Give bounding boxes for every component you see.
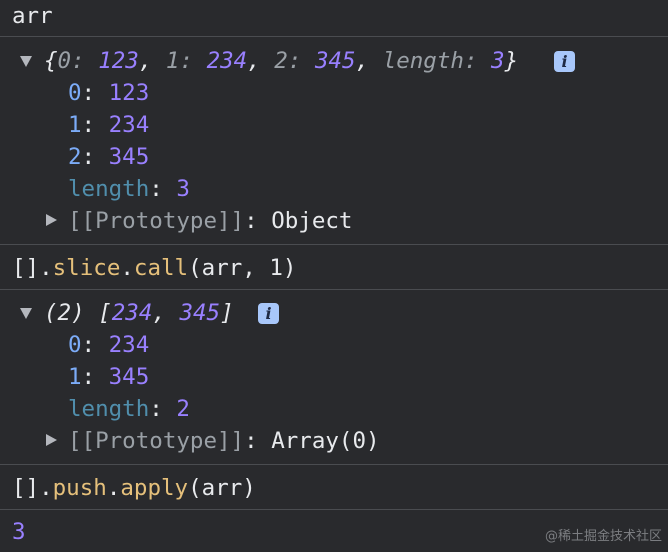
prototype-row[interactable]: [[Prototype]]: Object <box>0 205 668 237</box>
property-value: 123 <box>108 80 150 106</box>
array-summary[interactable]: (2) [234, 345] i <box>0 297 668 329</box>
array-property: 1: 345 <box>68 364 150 390</box>
array-property: 0: 234 <box>68 332 150 358</box>
array-value: 234 <box>111 300 153 326</box>
prototype-value: Array(0) <box>271 428 380 454</box>
expand-triangle-icon[interactable] <box>20 308 32 319</box>
object-property: length: 3 <box>68 176 190 202</box>
divider <box>0 36 668 37</box>
array-preview: (2) [234, 345] <box>44 300 234 326</box>
divider <box>0 509 668 510</box>
property-key: length <box>68 176 150 202</box>
divider <box>0 289 668 290</box>
console-input-arr: arr <box>0 0 668 32</box>
property-key: 0 <box>68 332 82 358</box>
array-count: (2) <box>44 300 85 326</box>
collapse-triangle-icon[interactable] <box>46 214 57 226</box>
method-name: slice <box>52 255 121 281</box>
property-value: 234 <box>108 112 150 138</box>
object-property: 1: 234 <box>68 112 150 138</box>
preview-value: 3 <box>491 48 505 74</box>
console-input-push-apply: [].push.apply(arr) <box>12 475 256 501</box>
preview-key: 1 <box>165 48 180 74</box>
input-text: arr <box>12 3 53 29</box>
object-property: 0: 123 <box>68 80 150 106</box>
expand-triangle-icon[interactable] <box>20 56 32 67</box>
array-value: 345 <box>179 300 221 326</box>
property-key: 1 <box>68 364 82 390</box>
object-preview: {0: 123, 1: 234, 2: 345, length: 3} <box>44 48 519 74</box>
preview-key: 2 <box>274 48 288 74</box>
property-value: 234 <box>108 332 150 358</box>
method-name: call <box>133 255 189 281</box>
prototype-value: Object <box>271 208 353 234</box>
property-value: 345 <box>108 144 150 170</box>
property-value: 3 <box>176 176 190 202</box>
preview-value: 234 <box>206 48 248 74</box>
preview-value: 123 <box>98 48 139 74</box>
object-property: 2: 345 <box>68 144 150 170</box>
result-value: 3 <box>12 519 26 545</box>
property-key: 2 <box>68 144 82 170</box>
prototype-label: [[Prototype]] <box>68 428 245 454</box>
method-name: apply <box>120 475 189 501</box>
watermark: @稀土掘金技术社区 <box>544 529 662 544</box>
info-icon[interactable]: i <box>554 51 575 72</box>
preview-value: 345 <box>314 48 356 74</box>
array-property: length: 2 <box>68 396 190 422</box>
info-icon[interactable]: i <box>258 303 279 324</box>
collapse-triangle-icon[interactable] <box>46 434 57 446</box>
method-name: push <box>52 475 107 501</box>
console-input-slice-call: [].slice.call(arr, 1) <box>12 255 297 281</box>
property-value: 2 <box>176 396 190 422</box>
prototype-label: [[Prototype]] <box>68 208 245 234</box>
prototype-row[interactable]: [[Prototype]]: Array(0) <box>0 425 668 457</box>
preview-key: length <box>382 48 464 74</box>
property-value: 345 <box>108 364 150 390</box>
property-key: 1 <box>68 112 82 138</box>
divider <box>0 464 668 465</box>
preview-key: 0 <box>57 48 72 74</box>
object-summary[interactable]: {0: 123, 1: 234, 2: 345, length: 3} i <box>0 45 668 77</box>
divider <box>0 244 668 245</box>
property-key: length <box>68 396 150 422</box>
property-key: 0 <box>68 80 82 106</box>
